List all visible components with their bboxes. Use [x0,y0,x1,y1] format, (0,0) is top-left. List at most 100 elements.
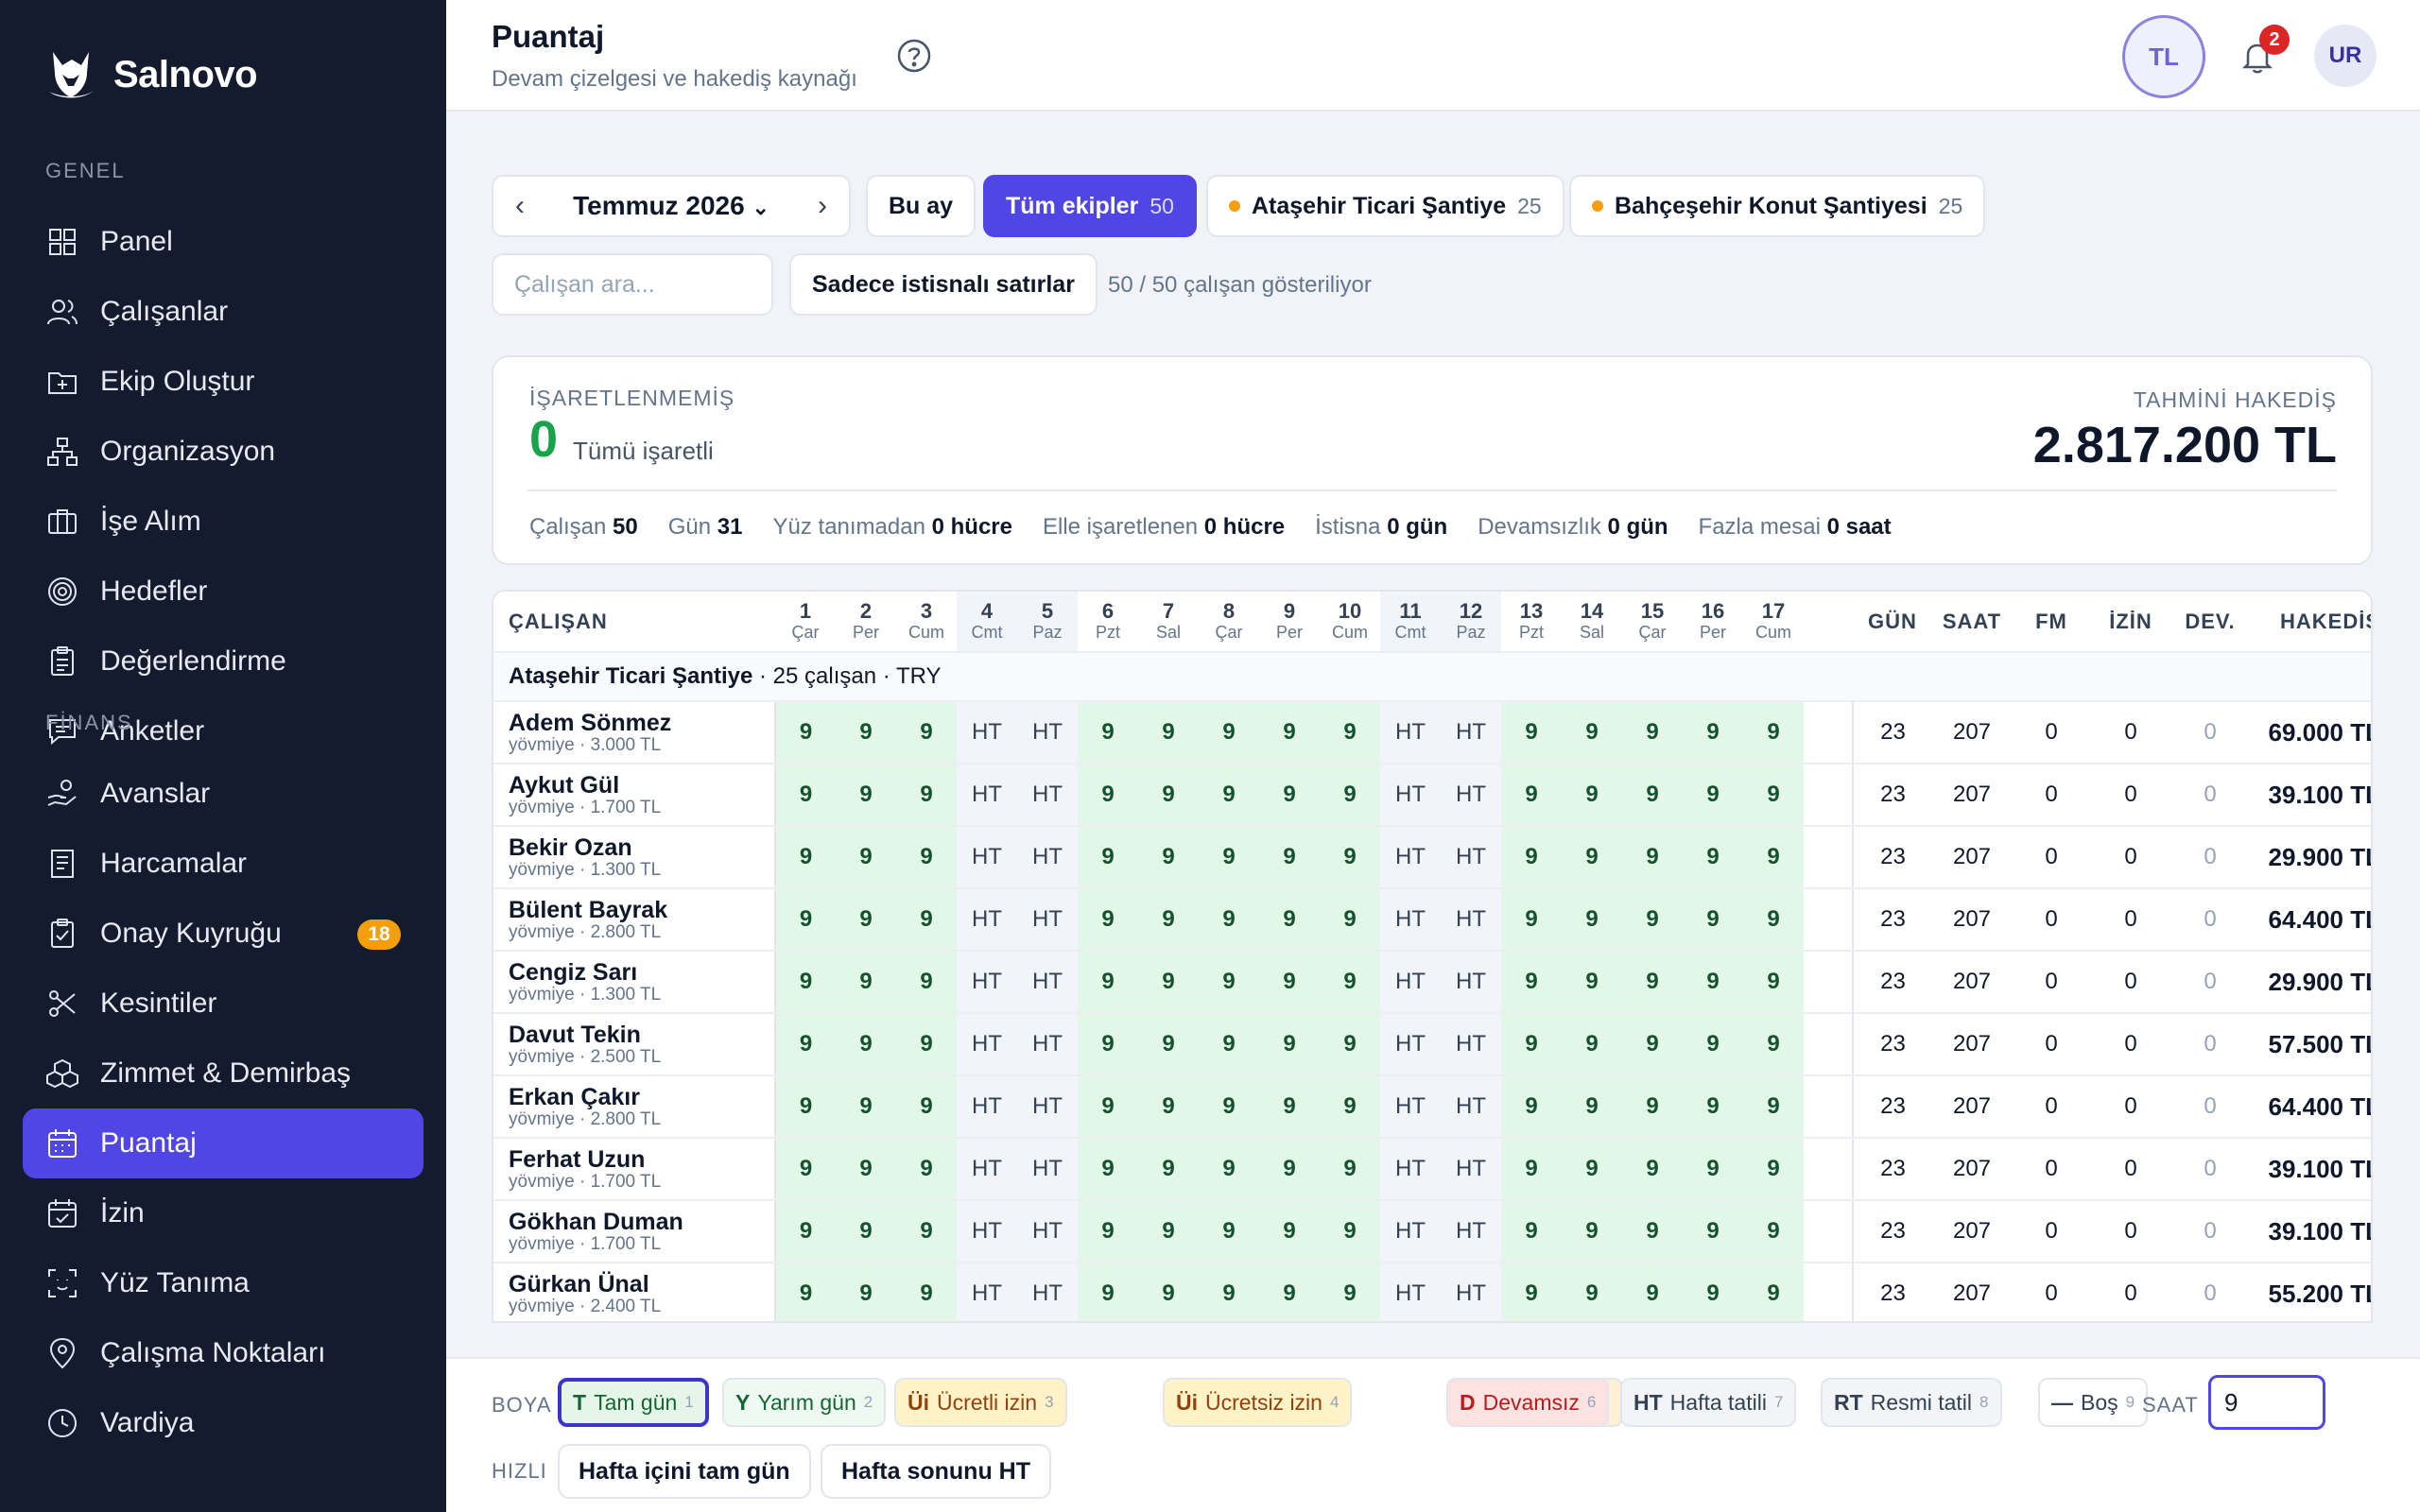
day-cell[interactable]: 9 [1078,1263,1138,1321]
paint-tool-9[interactable]: — Boş 9 [2038,1378,2149,1427]
day-cell[interactable]: 9 [1138,1138,1199,1201]
day-cell[interactable]: 9 [1562,888,1622,952]
day-cell[interactable]: HT [1441,764,1501,827]
hours-input[interactable] [2208,1375,2325,1430]
day-cell[interactable]: 9 [836,951,896,1014]
day-cell[interactable]: 9 [896,951,957,1014]
day-cell[interactable]: 9 [1743,826,1804,889]
day-cell[interactable]: 9 [1078,1200,1138,1263]
day-cell[interactable]: 9 [836,764,896,827]
day-cell[interactable]: 9 [1622,764,1683,827]
day-cell[interactable]: 9 [1199,1075,1259,1139]
day-cell[interactable]: 9 [1562,764,1622,827]
day-cell[interactable]: 9 [1320,888,1380,952]
day-cell[interactable]: 9 [896,1075,957,1139]
exceptions-only-button[interactable]: Sadece istisnalı satırlar [789,253,1098,316]
day-cell[interactable]: HT [1380,1263,1441,1321]
sidebar-item-harcamalar[interactable]: Harcamalar [23,829,424,899]
day-cell[interactable]: 9 [1683,1075,1743,1139]
sidebar-item-organizasyon[interactable]: Organizasyon [23,417,424,487]
day-cell[interactable]: 9 [836,826,896,889]
day-cell[interactable]: 9 [1562,826,1622,889]
day-cell[interactable]: 9 [775,951,836,1014]
user-avatar-button[interactable]: TL [2122,15,2205,98]
day-cell[interactable]: 9 [1259,826,1320,889]
day-cell[interactable]: 9 [1622,951,1683,1014]
day-cell[interactable]: HT [957,826,1017,889]
day-cell[interactable]: HT [1441,826,1501,889]
employee-cell[interactable]: Adem Sönmez yövmiye · 3.000 TL [493,701,776,765]
day-cell[interactable]: 9 [1078,1013,1138,1076]
day-cell[interactable]: 9 [836,1013,896,1076]
day-cell[interactable]: 9 [1320,1263,1380,1321]
day-cell[interactable]: 9 [1622,1138,1683,1201]
day-cell[interactable]: 9 [1199,701,1259,765]
day-cell[interactable]: 9 [1683,826,1743,889]
day-cell[interactable]: 9 [1199,1200,1259,1263]
day-cell[interactable]: 9 [1199,826,1259,889]
day-cell[interactable]: 9 [1199,1013,1259,1076]
day-cell[interactable]: 9 [1320,764,1380,827]
day-cell[interactable]: 9 [1320,1138,1380,1201]
day-cell[interactable]: HT [1017,1075,1078,1139]
day-cell[interactable]: 9 [1320,826,1380,889]
day-cell[interactable]: 9 [1683,1013,1743,1076]
day-cell[interactable]: 9 [1562,1013,1622,1076]
team-chip[interactable]: Ataşehir Ticari Şantiye 25 [1206,175,1564,237]
day-cell[interactable]: HT [1380,1013,1441,1076]
weekend-ht-button[interactable]: Hafta sonunu HT [821,1444,1051,1499]
sidebar-item-zimmet-demirbaş[interactable]: Zimmet & Demirbaş [23,1039,424,1108]
day-cell[interactable]: 9 [1138,1075,1199,1139]
day-cell[interactable]: HT [957,951,1017,1014]
day-cell[interactable]: 9 [1138,1013,1199,1076]
day-cell[interactable]: 9 [896,888,957,952]
sidebar-item-çalışma-noktaları[interactable]: Çalışma Noktaları [23,1318,424,1388]
account-avatar[interactable]: UR [2314,25,2377,87]
day-cell[interactable]: 9 [1320,701,1380,765]
sidebar-item-kesintiler[interactable]: Kesintiler [23,969,424,1039]
day-cell[interactable]: 9 [1743,1263,1804,1321]
sidebar-item-hedefler[interactable]: Hedefler [23,557,424,627]
day-cell[interactable]: 9 [1259,888,1320,952]
help-circle-icon[interactable] [896,38,932,74]
sidebar-item-panel[interactable]: Panel [23,207,424,277]
day-cell[interactable]: HT [1380,701,1441,765]
day-cell[interactable]: 9 [1743,951,1804,1014]
day-cell[interactable]: 9 [1743,888,1804,952]
sidebar-item-onay-kuyruğu[interactable]: Onay Kuyruğu 18 [23,899,424,969]
day-cell[interactable]: 9 [1622,1075,1683,1139]
day-cell[interactable]: HT [957,1075,1017,1139]
day-cell[interactable]: HT [1380,888,1441,952]
day-cell[interactable]: HT [957,764,1017,827]
sidebar-item-yüz-tanıma[interactable]: Yüz Tanıma [23,1248,424,1318]
day-cell[interactable]: 9 [896,1013,957,1076]
sidebar-item-değerlendirme[interactable]: Değerlendirme [23,627,424,696]
employee-cell[interactable]: Davut Tekin yövmiye · 2.500 TL [493,1013,776,1076]
day-cell[interactable]: 9 [1199,764,1259,827]
day-cell[interactable]: HT [1441,1263,1501,1321]
day-cell[interactable]: 9 [1562,1200,1622,1263]
day-cell[interactable]: 9 [1622,826,1683,889]
day-cell[interactable]: 9 [1259,1013,1320,1076]
team-chip[interactable]: Tüm ekipler 50 [983,175,1197,237]
employee-cell[interactable]: Ferhat Uzun yövmiye · 1.700 TL [493,1138,776,1201]
day-cell[interactable]: 9 [775,1200,836,1263]
day-cell[interactable]: 9 [1078,1075,1138,1139]
day-cell[interactable]: HT [1380,1075,1441,1139]
day-cell[interactable]: 9 [1078,701,1138,765]
sidebar-item-çalışanlar[interactable]: Çalışanlar [23,277,424,347]
day-cell[interactable]: 9 [1622,701,1683,765]
day-cell[interactable]: 9 [1078,1138,1138,1201]
day-cell[interactable]: HT [1017,1200,1078,1263]
day-cell[interactable]: 9 [1683,888,1743,952]
sidebar-item-i-zin[interactable]: İzin [23,1178,424,1248]
sidebar-item-i-şe-alım[interactable]: İşe Alım [23,487,424,557]
day-cell[interactable]: 9 [1078,951,1138,1014]
day-cell[interactable]: 9 [1683,1263,1743,1321]
day-cell[interactable]: 9 [1138,888,1199,952]
day-cell[interactable]: 9 [1501,888,1562,952]
day-cell[interactable]: 9 [1199,1263,1259,1321]
day-cell[interactable]: 9 [1078,826,1138,889]
day-cell[interactable]: 9 [1078,764,1138,827]
paint-tool-1[interactable]: T Tam gün 1 [558,1378,709,1427]
